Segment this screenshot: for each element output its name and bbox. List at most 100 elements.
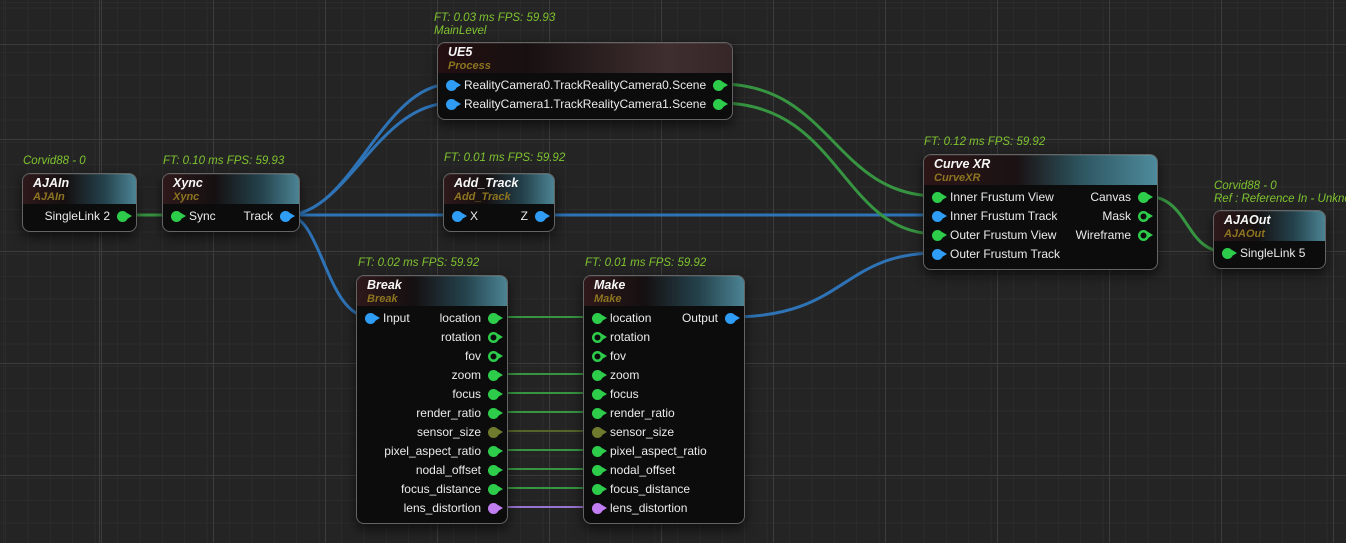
port-label: Z bbox=[521, 209, 528, 223]
node-header[interactable]: Make Make bbox=[584, 276, 744, 306]
port-in-realitycamera0-track[interactable] bbox=[446, 80, 457, 91]
wire-ue5-curvexr-inner[interactable] bbox=[720, 84, 937, 196]
port-label: RealityCamera0.Track bbox=[464, 78, 583, 92]
port-out-render-ratio[interactable] bbox=[488, 408, 499, 419]
node-xync[interactable]: Xync Xync Sync Track bbox=[162, 173, 300, 232]
node-subtitle: CurveXR bbox=[934, 172, 1147, 184]
port-label: zoom bbox=[452, 368, 481, 382]
port-label: Sync bbox=[189, 209, 216, 223]
node-header[interactable]: Xync Xync bbox=[163, 174, 299, 204]
port-in-inner-frustum-track[interactable] bbox=[932, 211, 943, 222]
port-label: RealityCamera1.Scene bbox=[583, 97, 706, 111]
port-label: RealityCamera0.Scene bbox=[583, 78, 706, 92]
annotation-ue5-level: MainLevel bbox=[434, 25, 486, 38]
port-label: rotation bbox=[610, 330, 650, 344]
node-title: Add_Track bbox=[454, 176, 544, 191]
port-out-fov[interactable] bbox=[488, 351, 499, 362]
port-in-outer-frustum-track[interactable] bbox=[932, 249, 943, 260]
port-in-sensor-size[interactable] bbox=[592, 427, 603, 438]
node-break[interactable]: Break Break Input location rotation fov bbox=[356, 275, 508, 524]
wire-xync-ue5-cam0[interactable] bbox=[287, 84, 451, 215]
port-out-singlelink2[interactable] bbox=[117, 211, 128, 222]
port-out-zoom[interactable] bbox=[488, 370, 499, 381]
port-in-inner-frustum-view[interactable] bbox=[932, 192, 943, 203]
node-make[interactable]: Make Make location Output rotation fov bbox=[583, 275, 745, 524]
port-label: Outer Frustum Track bbox=[950, 247, 1060, 261]
node-header[interactable]: UE5 Process bbox=[438, 43, 732, 73]
node-header[interactable]: Add_Track Add_Track bbox=[444, 174, 554, 204]
port-out-location[interactable] bbox=[488, 313, 499, 324]
port-in-location[interactable] bbox=[592, 313, 603, 324]
port-in-render-ratio[interactable] bbox=[592, 408, 603, 419]
node-header[interactable]: Break Break bbox=[357, 276, 507, 306]
port-label: Track bbox=[243, 209, 273, 223]
wire-xync-ue5-cam1[interactable] bbox=[287, 103, 451, 215]
node-header[interactable]: AJAOut AJAOut bbox=[1214, 211, 1325, 241]
port-in-realitycamera1-track[interactable] bbox=[446, 99, 457, 110]
port-out-wireframe[interactable] bbox=[1138, 230, 1149, 241]
port-in-singlelink5[interactable] bbox=[1222, 248, 1233, 259]
annotation-curve-xr: FT: 0.12 ms FPS: 59.92 bbox=[924, 136, 1045, 149]
node-add-track[interactable]: Add_Track Add_Track X Z bbox=[443, 173, 555, 232]
node-title: AJAIn bbox=[33, 176, 126, 191]
annotation-ajain: Corvid88 - 0 bbox=[23, 155, 86, 168]
annotation-break: FT: 0.02 ms FPS: 59.92 bbox=[358, 257, 479, 270]
port-out-mask[interactable] bbox=[1138, 211, 1149, 222]
node-subtitle: AJAIn bbox=[33, 191, 126, 203]
port-out-nodal-offset[interactable] bbox=[488, 465, 499, 476]
port-label: sensor_size bbox=[417, 425, 481, 439]
port-label: X bbox=[470, 209, 478, 223]
port-label: fov bbox=[610, 349, 626, 363]
port-out-rotation[interactable] bbox=[488, 332, 499, 343]
node-graph-canvas[interactable]: Corvid88 - 0 FT: 0.10 ms FPS: 59.93 FT: … bbox=[0, 0, 1346, 543]
port-out-lens-distortion[interactable] bbox=[488, 503, 499, 514]
port-in-fov[interactable] bbox=[592, 351, 603, 362]
port-label: RealityCamera1.Track bbox=[464, 97, 583, 111]
node-ue5[interactable]: UE5 Process RealityCamera0.Track Reality… bbox=[437, 42, 733, 120]
node-subtitle: Xync bbox=[173, 191, 289, 203]
annotation-xync: FT: 0.10 ms FPS: 59.93 bbox=[163, 155, 284, 168]
port-out-pixel-aspect-ratio[interactable] bbox=[488, 446, 499, 457]
port-in-input[interactable] bbox=[365, 313, 376, 324]
port-label: zoom bbox=[610, 368, 639, 382]
port-label: Inner Frustum Track bbox=[950, 209, 1057, 223]
port-in-focus-distance[interactable] bbox=[592, 484, 603, 495]
annotation-ue5-ft: FT: 0.03 ms FPS: 59.93 bbox=[434, 12, 555, 25]
wire-make-curvexr[interactable] bbox=[732, 253, 937, 317]
port-in-focus[interactable] bbox=[592, 389, 603, 400]
node-curve-xr[interactable]: Curve XR CurveXR Inner Frustum View Canv… bbox=[923, 154, 1158, 270]
node-title: Curve XR bbox=[934, 157, 1147, 172]
port-out-sensor-size[interactable] bbox=[488, 427, 499, 438]
node-subtitle: Add_Track bbox=[454, 191, 544, 203]
port-in-rotation[interactable] bbox=[592, 332, 603, 343]
port-out-focus[interactable] bbox=[488, 389, 499, 400]
node-title: Xync bbox=[173, 176, 289, 191]
port-in-x[interactable] bbox=[452, 211, 463, 222]
node-header[interactable]: Curve XR CurveXR bbox=[924, 155, 1157, 185]
port-out-canvas[interactable] bbox=[1138, 192, 1149, 203]
node-header[interactable]: AJAIn AJAIn bbox=[23, 174, 136, 204]
annotation-ajaout-device: Corvid88 - 0 bbox=[1214, 180, 1277, 193]
port-in-pixel-aspect-ratio[interactable] bbox=[592, 446, 603, 457]
port-in-lens-distortion[interactable] bbox=[592, 503, 603, 514]
port-out-focus-distance[interactable] bbox=[488, 484, 499, 495]
node-subtitle: AJAOut bbox=[1224, 228, 1315, 240]
port-in-outer-frustum-view[interactable] bbox=[932, 230, 943, 241]
port-label: Inner Frustum View bbox=[950, 190, 1054, 204]
node-subtitle: Process bbox=[448, 60, 722, 72]
port-label: focus_distance bbox=[401, 482, 481, 496]
port-in-nodal-offset[interactable] bbox=[592, 465, 603, 476]
port-in-sync[interactable] bbox=[171, 211, 182, 222]
port-in-zoom[interactable] bbox=[592, 370, 603, 381]
node-subtitle: Make bbox=[594, 293, 734, 305]
port-out-realitycamera0-scene[interactable] bbox=[713, 80, 724, 91]
port-out-track[interactable] bbox=[280, 211, 291, 222]
node-title: Make bbox=[594, 278, 734, 293]
node-ajaout[interactable]: AJAOut AJAOut SingleLink 5 bbox=[1213, 210, 1326, 269]
port-label: rotation bbox=[441, 330, 481, 344]
port-out-output[interactable] bbox=[725, 313, 736, 324]
port-out-realitycamera1-scene[interactable] bbox=[713, 99, 724, 110]
annotation-ajaout-ref: Ref : Reference In - Unknown bbox=[1214, 193, 1346, 206]
node-ajain[interactable]: AJAIn AJAIn SingleLink 2 bbox=[22, 173, 137, 232]
port-out-z[interactable] bbox=[535, 211, 546, 222]
